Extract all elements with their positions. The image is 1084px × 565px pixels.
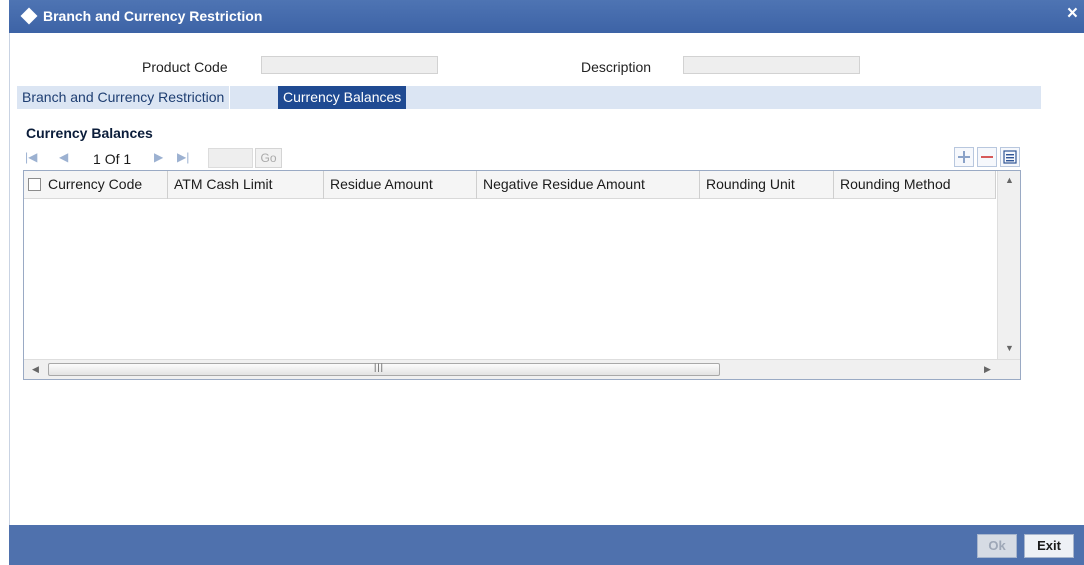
horizontal-scrollbar[interactable]: ◀ ||| ▶ <box>24 359 1020 379</box>
delete-row-button[interactable] <box>977 147 997 167</box>
product-code-field[interactable] <box>261 56 438 74</box>
column-currency-code: Currency Code <box>24 171 168 199</box>
tab-strip: Branch and Currency Restriction Currency… <box>17 86 1041 109</box>
minus-icon <box>981 156 993 158</box>
plus-icon <box>958 151 970 163</box>
description-field[interactable] <box>683 56 860 74</box>
description-label: Description <box>581 59 652 75</box>
first-page-icon[interactable]: |◀ <box>25 150 37 164</box>
page-number-input[interactable] <box>208 148 253 168</box>
tab-branch-currency-restriction[interactable]: Branch and Currency Restriction <box>17 86 231 109</box>
product-code-label: Product Code <box>142 59 228 75</box>
section-title: Currency Balances <box>26 125 153 141</box>
tab-currency-balances[interactable]: Currency Balances <box>278 86 407 109</box>
current-page: 1 <box>93 151 101 167</box>
column-negative-residue-amount: Negative Residue Amount <box>477 171 700 199</box>
main-content: Product Code Description Branch and Curr… <box>9 33 1084 525</box>
window-titlebar: Branch and Currency Restriction × <box>9 0 1084 33</box>
scroll-up-icon[interactable]: ▲ <box>1005 175 1014 185</box>
single-view-button[interactable] <box>1000 147 1020 167</box>
last-page-icon[interactable]: ▶| <box>177 150 189 164</box>
vertical-scrollbar[interactable]: ▲ ▼ <box>997 171 1020 359</box>
close-icon[interactable]: × <box>1067 3 1078 25</box>
pagination-bar: |◀ ◀ 1 Of 1 ▶ ▶| Go <box>23 146 1023 169</box>
diamond-icon <box>20 7 38 25</box>
scroll-right-icon[interactable]: ▶ <box>984 364 991 375</box>
of-label: Of <box>104 151 120 167</box>
grip-icon: ||| <box>374 362 385 372</box>
prev-page-icon[interactable]: ◀ <box>59 150 68 164</box>
horizontal-scroll-thumb[interactable]: ||| <box>48 362 720 376</box>
next-page-icon[interactable]: ▶ <box>154 150 163 164</box>
add-row-button[interactable] <box>954 147 974 167</box>
column-header-label: Currency Code <box>48 176 143 192</box>
select-all-checkbox[interactable] <box>28 178 41 191</box>
ok-button[interactable]: Ok <box>977 534 1017 558</box>
scroll-down-icon[interactable]: ▼ <box>1005 343 1014 353</box>
total-pages: 1 <box>123 151 132 167</box>
column-rounding-unit: Rounding Unit <box>700 171 834 199</box>
list-view-icon <box>1003 150 1017 164</box>
footer-bar: Ok Exit <box>9 525 1084 565</box>
column-residue-amount: Residue Amount <box>324 171 477 199</box>
go-button[interactable]: Go <box>255 148 282 168</box>
column-atm-cash-limit: ATM Cash Limit <box>168 171 324 199</box>
column-rounding-method: Rounding Method <box>834 171 996 199</box>
page-indicator: 1 Of 1 <box>93 151 131 167</box>
exit-button[interactable]: Exit <box>1024 534 1074 558</box>
window-title: Branch and Currency Restriction <box>43 8 263 24</box>
scroll-left-icon[interactable]: ◀ <box>32 364 39 375</box>
grid-header: Currency Code ATM Cash Limit Residue Amo… <box>24 171 996 199</box>
currency-balances-grid: Currency Code ATM Cash Limit Residue Amo… <box>23 170 1021 380</box>
